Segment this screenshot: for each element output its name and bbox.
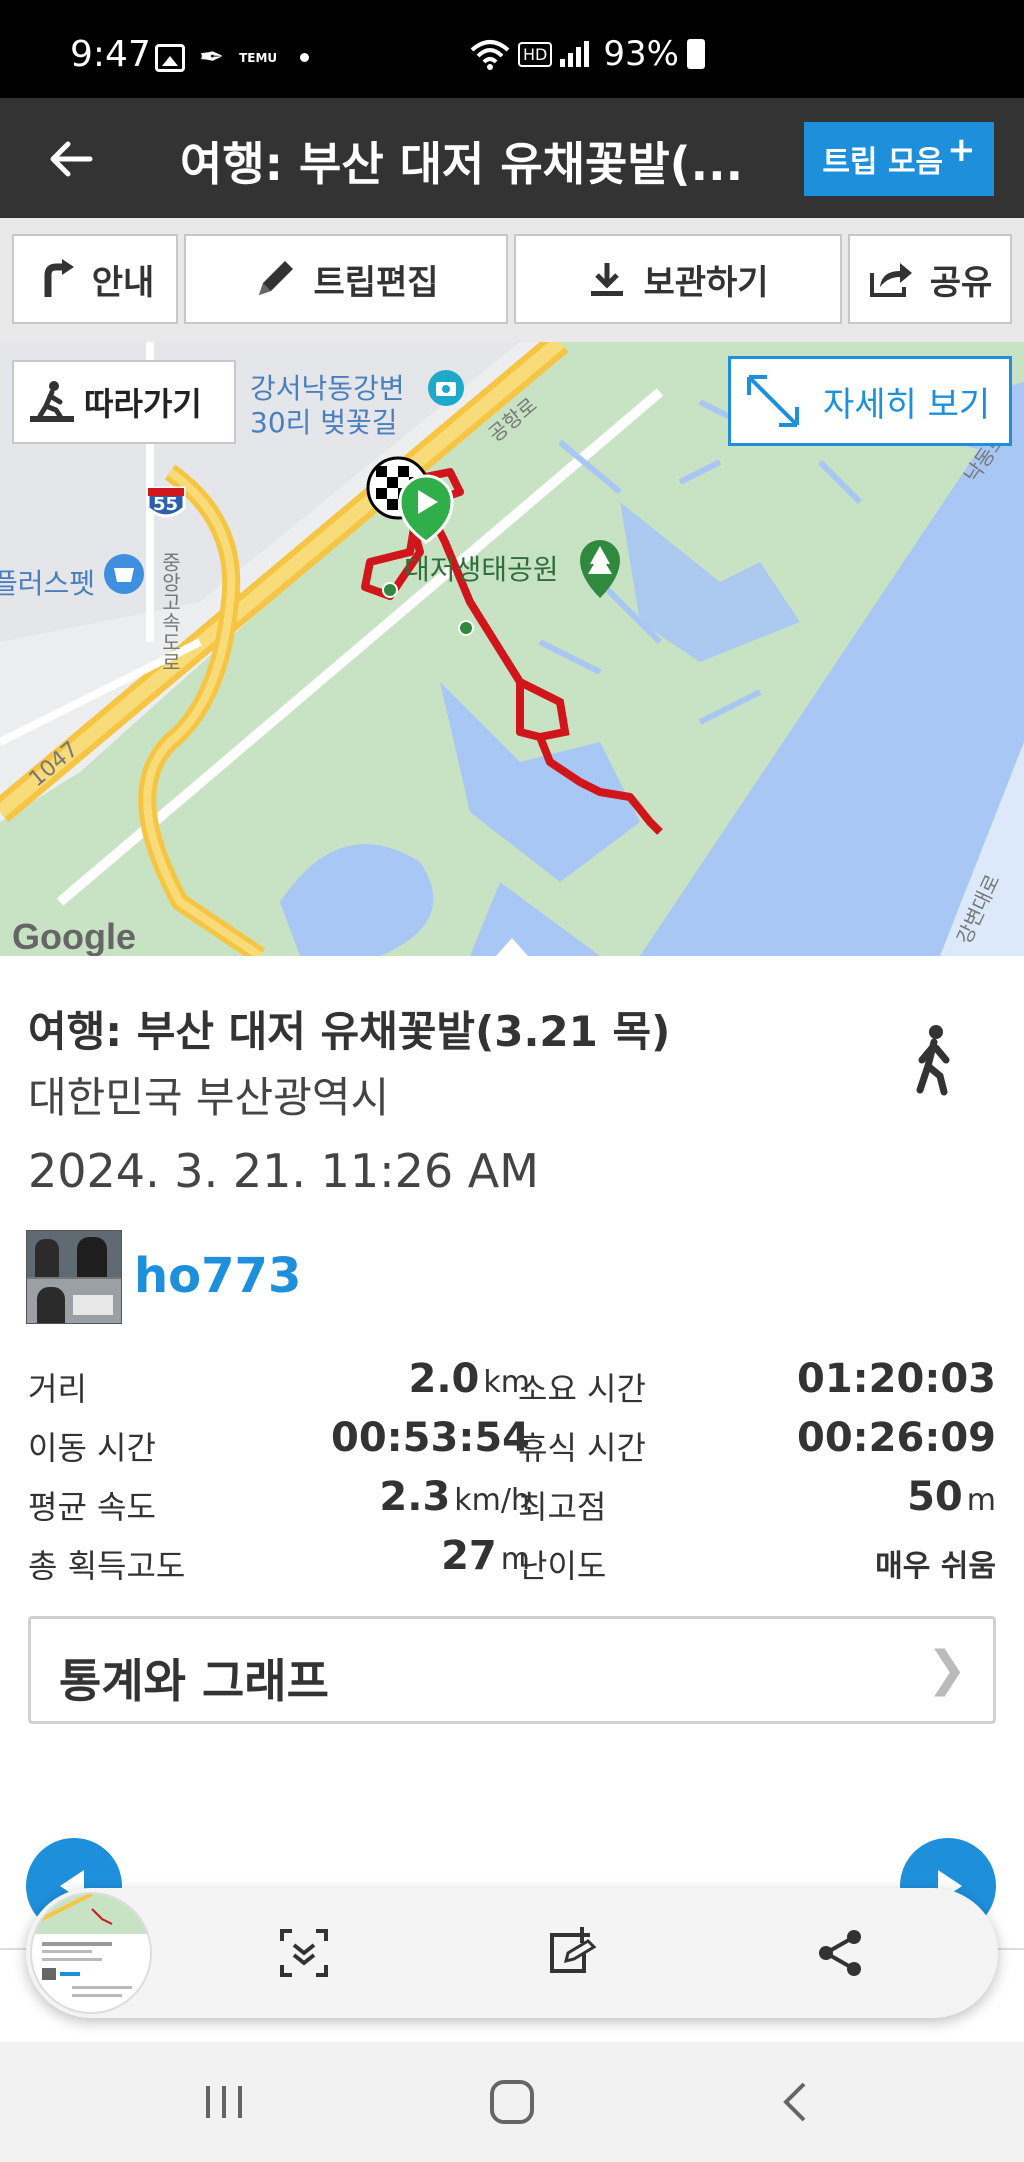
stat-label: 소요 시간 — [518, 1370, 646, 1408]
wifi-icon — [470, 40, 510, 70]
hd-voice-badge: HD — [518, 41, 553, 67]
hiker-icon — [30, 381, 74, 422]
signal-icon — [560, 41, 590, 67]
stat-row: 총 획득고도 27 m 난이도 매우 쉬움 — [28, 1533, 996, 1592]
trip-date: 2024. 3. 21. 11:26 AM — [28, 1144, 539, 1198]
stat-row: 이동 시간 00:53:54 휴식 시간 00:26:09 — [28, 1415, 996, 1474]
more-notifications-dot — [300, 53, 310, 62]
map-label-route-55: 55 — [153, 494, 179, 515]
stats-and-graph-label: 통계와 그래프 — [59, 1654, 329, 1708]
pencil-icon — [259, 261, 294, 295]
gallery-icon — [155, 43, 185, 72]
view-detail-button[interactable]: 자세히 보기 — [728, 356, 1012, 446]
view-detail-label: 자세히 보기 — [823, 384, 991, 425]
stat-label: 총 획득고도 — [28, 1547, 186, 1585]
stat-label: 휴식 시간 — [518, 1429, 646, 1467]
expand-icon — [747, 375, 799, 427]
stat-label: 최고점 — [518, 1488, 607, 1526]
stat-value: 2.0 km — [408, 1356, 530, 1402]
stat-row: 거리 2.0 km 소요 시간 01:20:03 — [28, 1356, 996, 1415]
stat-row: 평균 속도 2.3 km/h 최고점 50 m — [28, 1474, 996, 1533]
battery-icon — [686, 39, 705, 69]
app-bar: 여행: 부산 대저 유채꽃밭(... 트립 모음 + — [0, 98, 1024, 218]
edit-trip-label: 트립편집 — [313, 262, 439, 303]
save-label: 보관하기 — [643, 262, 769, 303]
guide-label: 안내 — [91, 262, 155, 303]
stat-label: 거리 — [28, 1370, 87, 1408]
screenshot-toolbar — [26, 1888, 998, 2018]
avatar[interactable] — [26, 1230, 122, 1324]
username-link[interactable]: ho773 — [134, 1248, 301, 1304]
stat-value: 27 m — [441, 1533, 530, 1579]
status-time: 9:47 — [70, 34, 151, 75]
page-title: 여행: 부산 대저 유채꽃밭(... — [180, 137, 744, 191]
stat-label: 난이도 — [518, 1547, 607, 1585]
map-label-park: 대저생태공원 — [404, 553, 559, 586]
action-toolbar: 안내 트립편집 보관하기 공유 — [0, 218, 1024, 342]
download-icon — [591, 263, 624, 296]
trip-location: 대한민국 부산광역시 — [28, 1073, 390, 1122]
system-navigation-bar — [0, 2042, 1024, 2162]
edit-trip-button[interactable]: 트립편집 — [184, 234, 508, 324]
stats-table: 거리 2.0 km 소요 시간 01:20:03 이동 시간 00:53:54 휴… — [28, 1356, 996, 1592]
edit-screenshot-icon[interactable] — [544, 1925, 600, 1981]
stat-label: 이동 시간 — [28, 1429, 156, 1467]
map-label-cherry-road: 강서낙동강변 30리 벚꽃길 — [250, 372, 405, 439]
chevron-right-icon: ❯ — [926, 1641, 967, 1697]
stat-label: 평균 속도 — [28, 1488, 156, 1526]
share-label: 공유 — [929, 262, 993, 303]
screenshot-thumbnail[interactable] — [30, 1892, 152, 2014]
trip-collection-label: 트립 모음 — [822, 145, 944, 180]
back-arrow-icon[interactable] — [46, 134, 96, 184]
trip-title: 여행: 부산 대저 유채꽃밭(3.21 목) — [28, 1007, 671, 1056]
guide-button[interactable]: 안내 — [12, 234, 178, 324]
google-logo: Google — [12, 916, 136, 956]
follow-button[interactable]: 따라가기 — [12, 360, 236, 444]
map-label-expressway: 중앙고속도로 — [158, 552, 182, 672]
stat-value: 01:20:03 — [797, 1356, 996, 1402]
stat-value: 매우 쉬움 — [875, 1549, 996, 1584]
plus-icon: + — [947, 130, 976, 170]
status-right: HD 93% — [470, 34, 705, 74]
battery-percent: 93% — [603, 34, 679, 74]
status-bar: 9:47 ✒ TEMU HD 93% — [0, 0, 1024, 98]
share-icon — [869, 263, 912, 297]
scroll-capture-icon[interactable] — [276, 1925, 332, 1981]
save-button[interactable]: 보관하기 — [514, 234, 842, 324]
temu-icon: TEMU — [239, 50, 278, 65]
camera-pin-icon — [428, 370, 464, 406]
follow-label: 따라가기 — [84, 385, 202, 423]
walking-icon — [916, 1025, 950, 1096]
route-map[interactable]: 강서낙동강변 30리 벚꽃길 대저생태공원 플러스펫 중앙고속도로 공항로 10… — [0, 342, 1024, 956]
stat-value: 00:53:54 — [331, 1415, 530, 1461]
stats-and-graph-button[interactable]: 통계와 그래프 ❯ — [28, 1616, 996, 1724]
map-pointer-notch — [496, 938, 528, 956]
share-icon[interactable] — [812, 1925, 868, 1981]
thumbnail-preview — [32, 1894, 150, 1997]
shop-pin-icon — [104, 554, 144, 594]
recent-apps-icon[interactable] — [196, 2078, 252, 2126]
quill-icon: ✒ — [199, 40, 225, 75]
notification-icons: ✒ TEMU — [155, 40, 310, 75]
turn-right-icon — [44, 259, 74, 297]
share-button[interactable]: 공유 — [848, 234, 1012, 324]
home-icon[interactable] — [484, 2078, 540, 2126]
stat-value: 00:26:09 — [797, 1415, 996, 1461]
back-icon[interactable] — [770, 2078, 826, 2126]
map-label-pet-shop: 플러스펫 — [0, 567, 96, 600]
stat-value: 2.3 km/h — [379, 1474, 530, 1520]
stat-value: 50 m — [907, 1474, 996, 1520]
trip-collection-button[interactable]: 트립 모음 + — [804, 122, 994, 196]
